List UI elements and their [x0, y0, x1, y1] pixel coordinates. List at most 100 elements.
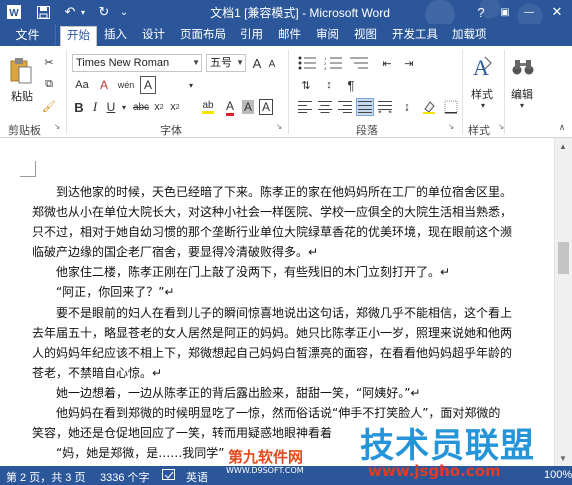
word-count[interactable]: 3336 个字	[100, 469, 150, 485]
char-border-icon[interactable]: A	[258, 98, 274, 116]
tab-developer[interactable]: 开发工具	[386, 24, 444, 46]
italic-button[interactable]: I	[88, 98, 102, 116]
show-marks-icon[interactable]: ¶	[342, 76, 360, 94]
close-button[interactable]: ✕	[542, 0, 572, 24]
scroll-thumb[interactable]	[558, 242, 569, 274]
format-painter-icon[interactable]: 🖌	[40, 98, 58, 114]
tab-addins[interactable]: 加载项	[446, 24, 493, 46]
binoculars-icon[interactable]	[510, 54, 536, 80]
separator	[504, 50, 505, 134]
tab-file[interactable]: 文件	[0, 24, 56, 46]
undo-icon[interactable]: ↶	[62, 3, 78, 21]
align-right-icon[interactable]	[336, 98, 354, 116]
multilevel-list-icon[interactable]	[348, 54, 370, 72]
shrink-font-icon[interactable]: A	[266, 56, 278, 72]
zoom-level[interactable]: 100%	[544, 469, 572, 481]
minimize-button[interactable]: —	[516, 0, 542, 24]
change-case-icon[interactable]: Aa	[72, 76, 92, 94]
chevron-down-icon: ▼	[192, 58, 200, 67]
char-shading-icon[interactable]: A	[240, 98, 256, 116]
word-logo-icon[interactable]: W	[6, 3, 22, 21]
save-icon[interactable]	[34, 3, 52, 21]
doc-line: 临破产边缘的国企老厂宿舍，要显得冷清破败得多。↵	[32, 245, 319, 259]
doc-line: 要不是眼前的妇人在看到儿子的瞬间惊喜地说出这句话，郑微几乎不能相信，这个看上	[32, 306, 513, 320]
redo-icon[interactable]: ↻	[96, 3, 112, 21]
chevron-down-icon: ▼	[236, 58, 244, 67]
tab-view[interactable]: 视图	[348, 24, 383, 46]
doc-line: 只不过，相对于她自幼习惯的那个垄断行业单位大院绿草香花的优美环境，现在眼前这个濒	[32, 225, 513, 239]
tab-references[interactable]: 引用	[234, 24, 269, 46]
grow-font-icon[interactable]: A	[250, 54, 264, 72]
bold-button[interactable]: B	[72, 98, 86, 116]
decrease-indent-icon[interactable]: ⇤	[378, 54, 396, 72]
separator	[66, 50, 67, 134]
tab-review[interactable]: 审阅	[310, 24, 345, 46]
customize-toolbar-icon[interactable]: ⌄	[118, 3, 130, 21]
increase-indent-icon[interactable]: ⇥	[400, 54, 418, 72]
svg-text:W: W	[9, 8, 19, 19]
align-center-icon[interactable]	[316, 98, 334, 116]
sort-icon[interactable]: ↕	[320, 76, 338, 94]
font-group-label: 字体	[160, 125, 182, 137]
ribbon-display-icon[interactable]: ▣	[492, 0, 518, 24]
tab-page-layout[interactable]: 页面布局	[174, 24, 232, 46]
underline-dropdown-icon[interactable]: ▾	[120, 98, 128, 116]
font-size-combo[interactable]: 五号 ▼	[206, 54, 246, 72]
tab-insert[interactable]: 插入	[98, 24, 133, 46]
bullets-icon[interactable]	[296, 54, 318, 72]
styles-icon[interactable]: A	[470, 52, 496, 82]
document-area[interactable]: 到达他家的时候，天色已经暗了下来。陈孝正的家在他妈妈所在工厂的单位宿舍区里。 郑…	[0, 138, 572, 466]
cut-icon[interactable]: ✂	[40, 54, 58, 70]
copy-icon[interactable]: ⧉	[40, 76, 58, 92]
align-left-icon[interactable]	[296, 98, 314, 116]
watermark-site1-url: WWW.D9SOFT.COM	[226, 466, 304, 475]
font-color-label: A	[225, 99, 234, 116]
doc-line-text: 到达他家的时候，天色已经暗了下来。陈孝正的家在他妈妈所在工厂的单位宿舍区里。	[32, 185, 513, 199]
scroll-up-icon[interactable]: ▲	[559, 142, 567, 151]
styles-dropdown-icon[interactable]: ▾	[476, 100, 490, 110]
distributed-icon[interactable]	[376, 98, 394, 116]
font-name-value: Times New Roman	[76, 57, 170, 69]
underline-button[interactable]: U	[104, 98, 118, 116]
clear-format-icon[interactable]: A	[96, 76, 112, 94]
proofing-icon[interactable]	[162, 469, 178, 481]
shading-icon[interactable]	[420, 98, 438, 116]
justify-icon[interactable]	[356, 98, 374, 116]
doc-line: 笑容，她还是仓促地回应了一笑，转而用疑惑地眼神看着	[32, 426, 333, 440]
line-spacing-icon[interactable]: ↨	[398, 98, 416, 116]
paragraph-launcher-icon[interactable]: ↘	[446, 120, 456, 132]
numbering-icon[interactable]: 123	[322, 54, 344, 72]
help-button[interactable]: ?	[468, 0, 494, 24]
doc-line: “阿正，你回来了？”↵	[32, 285, 175, 299]
paste-label[interactable]: 粘贴	[10, 88, 34, 104]
clipboard-launcher-icon[interactable]: ↘	[52, 120, 62, 132]
doc-line: 人的妈妈年纪应该不相上下，郑微想起自己妈妈白皙漂亮的面容，在看看他妈妈超乎年龄的	[32, 346, 513, 360]
paragraph-group-label: 段落	[356, 125, 378, 137]
vertical-scrollbar[interactable]: ▲ ▼	[554, 138, 572, 466]
font-color-icon[interactable]: A	[222, 98, 238, 116]
paste-icon[interactable]	[8, 56, 34, 86]
text-effects-dropdown-icon[interactable]: ▾	[186, 76, 196, 94]
strikethrough-button[interactable]: abc	[130, 98, 152, 116]
superscript-button[interactable]: x2	[168, 98, 182, 116]
scroll-down-icon[interactable]: ▼	[559, 454, 567, 463]
tab-home[interactable]: 开始	[60, 26, 97, 46]
collapse-ribbon-icon[interactable]: ∧	[556, 122, 568, 132]
highlight-icon[interactable]: ab	[196, 98, 220, 116]
borders-icon[interactable]	[442, 98, 460, 116]
language[interactable]: 英语	[186, 469, 208, 485]
tab-mailings[interactable]: 邮件	[272, 24, 307, 46]
editing-dropdown-icon[interactable]: ▾	[515, 100, 529, 110]
tab-design[interactable]: 设计	[136, 24, 171, 46]
subscript-button[interactable]: x2	[152, 98, 166, 116]
page-count[interactable]: 第 2 页，共 3 页	[6, 469, 85, 485]
chinese-layout-icon[interactable]: ⇅	[296, 76, 316, 94]
enclose-char-icon[interactable]: A	[140, 76, 156, 94]
font-launcher-icon[interactable]: ↘	[274, 120, 284, 132]
doc-line: 到达他家的时候，天色已经暗了下来。陈孝正的家在他妈妈所在工厂的单位宿舍区里。	[32, 183, 512, 203]
font-name-combo[interactable]: Times New Roman ▼	[72, 54, 202, 72]
page-corner-mark	[20, 161, 36, 177]
phonetic-guide-icon[interactable]: wén	[114, 76, 138, 94]
word-window: W ↶ ▾ ↻ ⌄ 文档1 [兼容模式] - Microsoft Word ? …	[0, 0, 572, 485]
undo-dropdown-icon[interactable]: ▾	[78, 3, 88, 21]
